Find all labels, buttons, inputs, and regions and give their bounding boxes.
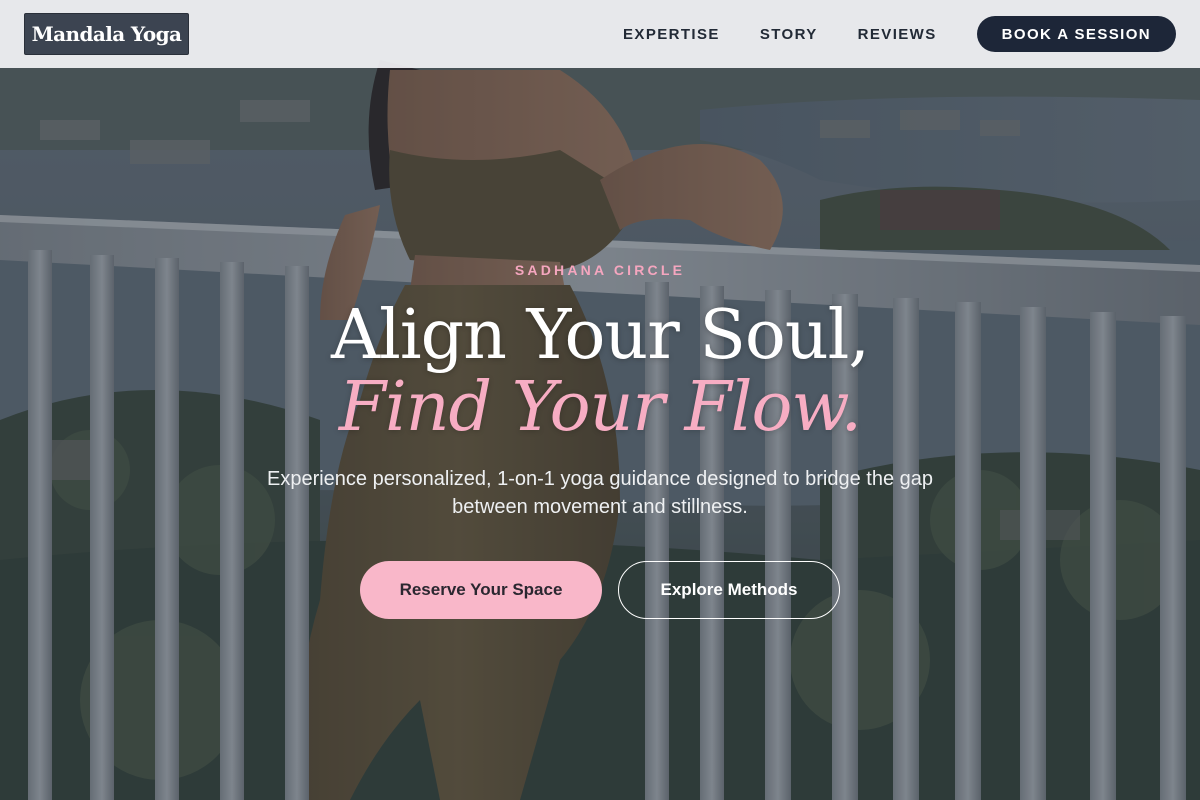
hero-headline-line2: Find Your Flow. [338, 368, 862, 447]
hero-section: SADHANA CIRCLE Align Your Soul, Find You… [0, 0, 1200, 800]
explore-methods-button[interactable]: Explore Methods [618, 561, 840, 619]
reserve-space-button[interactable]: Reserve Your Space [360, 561, 602, 619]
hero-eyebrow: SADHANA CIRCLE [514, 262, 686, 278]
hero-headline-line1: Align Your Soul, [330, 296, 870, 375]
hero-subtext: Experience personalized, 1-on-1 yoga gui… [266, 468, 934, 518]
page: Mandala Yoga EXPERTISE STORY REVIEWS BOO… [0, 0, 1200, 800]
